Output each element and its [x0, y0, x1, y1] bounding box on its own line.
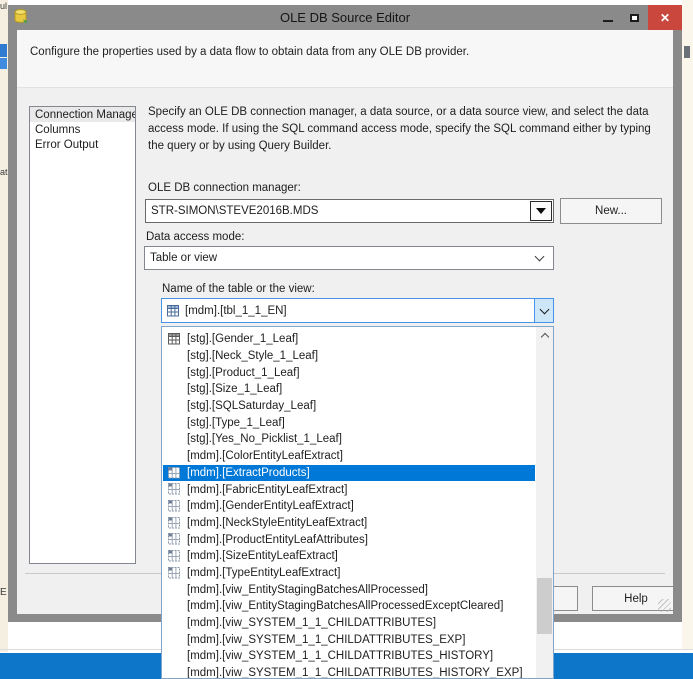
dropdown-item-label: [mdm].[NeckStyleEntityLeafExtract]: [187, 516, 368, 529]
dropdown-item-label: [stg].[Product_1_Leaf]: [187, 366, 300, 379]
dropdown-item[interactable]: [stg].[Type_1_Leaf]: [163, 414, 535, 431]
new-connection-button[interactable]: New...: [560, 198, 662, 224]
dropdown-item[interactable]: [mdm].[SizeEntityLeafExtract]: [163, 548, 535, 565]
background-text-fragment: ul: [0, 1, 8, 11]
view-icon: [168, 549, 180, 562]
close-icon: ✕: [659, 10, 671, 25]
dropdown-item[interactable]: [mdm].[ProductEntityLeafAttributes]: [163, 531, 535, 548]
dropdown-item[interactable]: [stg].[Yes_No_Picklist_1_Leaf]: [163, 431, 535, 448]
sidebar-item-connection-manager[interactable]: Connection Manager: [30, 107, 135, 122]
sidebar-item-columns[interactable]: Columns: [30, 122, 135, 137]
view-icon: [168, 516, 180, 529]
dropdown-item-label: [mdm].[SizeEntityLeafExtract]: [187, 550, 338, 563]
dropdown-item[interactable]: [mdm].[viw_EntityStagingBatchesAllProces…: [163, 598, 535, 615]
dropdown-item-label: [mdm].[viw_SYSTEM_1_1_CHILDATTRIBUTES_HI…: [187, 667, 523, 679]
dropdown-item[interactable]: [mdm].[viw_SYSTEM_1_1_CHILDATTRIBUTES_HI…: [163, 648, 535, 665]
sidebar-item-error-output[interactable]: Error Output: [30, 137, 135, 152]
dropdown-item[interactable]: [mdm].[viw_SYSTEM_1_1_CHILDATTRIBUTES]: [163, 615, 535, 632]
scrollbar-up-button[interactable]: [536, 327, 553, 344]
view-icon: [168, 466, 180, 478]
titlebar[interactable]: OLE DB Source Editor ✕: [8, 5, 682, 30]
table-name-combobox[interactable]: [mdm].[tbl_1_1_EN]: [161, 298, 554, 323]
dropdown-item-label: [mdm].[viw_SYSTEM_1_1_CHILDATTRIBUTES]: [187, 617, 437, 630]
dropdown-item-label: [mdm].[viw_EntityStagingBatchesAllProces…: [187, 583, 428, 596]
data-access-mode-value: Table or view: [150, 252, 218, 264]
background-icon-fragment: [684, 46, 690, 58]
background-text-fragment: at: [0, 167, 8, 177]
table-name-label: Name of the table or the view:: [162, 283, 315, 295]
view-icon: [168, 483, 180, 495]
background-window-right-edge: [682, 0, 693, 650]
dropdown-item[interactable]: [mdm].[ColorEntityLeafExtract]: [163, 448, 535, 465]
minimize-button[interactable]: [594, 5, 621, 30]
dropdown-item-label: [mdm].[TypeEntityLeafExtract]: [187, 566, 341, 579]
data-access-mode-label: Data access mode:: [146, 231, 245, 243]
dropdown-item[interactable]: [mdm].[FabricEntityLeafExtract]: [163, 481, 535, 498]
table-name-dropdown-list: [stg].[Gender_1_Leaf] [stg].[Neck_Style_1…: [161, 326, 554, 679]
maximize-button[interactable]: [621, 5, 648, 30]
dropdown-item[interactable]: [mdm].[viw_SYSTEM_1_1_CHILDATTRIBUTES_EX…: [163, 631, 535, 648]
dropdown-item[interactable]: [mdm].[viw_SYSTEM_1_1_CHILDATTRIBUTES_HI…: [163, 665, 535, 679]
dropdown-item-label: [mdm].[viw_EntityStagingBatchesAllProces…: [187, 600, 504, 613]
dropdown-item[interactable]: [mdm].[ExtractProducts]: [163, 464, 535, 482]
dropdown-scrollbar[interactable]: [536, 327, 553, 678]
dropdown-item-label: [stg].[SQLSaturday_Leaf]: [187, 400, 317, 413]
table-icon: [167, 304, 179, 316]
connection-manager-value: STR-SIMON\STEVE2016B.MDS: [151, 205, 319, 217]
dialog-description: Configure the properties used by a data …: [30, 46, 470, 58]
background-window-left-edge: ul at E: [0, 0, 8, 652]
dropdown-item[interactable]: [mdm].[viw_EntityStagingBatchesAllProces…: [163, 581, 535, 598]
dropdown-item-label: [mdm].[FabricEntityLeafExtract]: [187, 483, 348, 496]
minimize-icon: [602, 20, 613, 22]
window-title: OLE DB Source Editor: [279, 10, 411, 25]
dropdown-item[interactable]: [stg].[SQLSaturday_Leaf]: [163, 398, 535, 415]
connection-manager-combobox[interactable]: STR-SIMON\STEVE2016B.MDS: [145, 199, 554, 223]
background-text-fragment: E: [0, 587, 7, 598]
dropdown-item-label: [mdm].[ColorEntityLeafExtract]: [187, 450, 343, 463]
dropdown-item[interactable]: [stg].[Gender_1_Leaf]: [163, 331, 535, 348]
dropdown-item-label: [mdm].[viw_SYSTEM_1_1_CHILDATTRIBUTES_HI…: [187, 650, 494, 663]
scrollbar-thumb[interactable]: [537, 578, 552, 634]
connection-manager-dropdown-button[interactable]: [530, 201, 552, 221]
connection-manager-label: OLE DB connection manager:: [148, 182, 301, 194]
table-name-dropdown-button[interactable]: [534, 299, 553, 322]
page-instructions: Specify an OLE DB connection manager, a …: [148, 106, 651, 152]
dropdown-item-label: [stg].[Gender_1_Leaf]: [187, 333, 299, 346]
data-access-mode-combobox[interactable]: Table or view: [144, 246, 554, 270]
chevron-up-icon: [540, 332, 549, 342]
dropdown-item[interactable]: [stg].[Product_1_Leaf]: [163, 364, 535, 381]
view-icon: [168, 533, 180, 545]
chevron-down-icon: [539, 304, 549, 314]
dropdown-arrow-icon: [536, 208, 546, 214]
dropdown-item-label: [stg].[Size_1_Leaf]: [187, 383, 283, 396]
view-icon: [168, 566, 180, 579]
background-icon-fragment: [0, 44, 7, 57]
maximize-icon: [630, 13, 639, 22]
dropdown-item-label: [stg].[Yes_No_Picklist_1_Leaf]: [187, 433, 342, 446]
resize-grip[interactable]: [658, 599, 671, 612]
dropdown-item-label: [mdm].[viw_SYSTEM_1_1_CHILDATTRIBUTES_EX…: [187, 633, 466, 646]
table-icon: [168, 333, 180, 345]
dropdown-item-label: [mdm].[GenderEntityLeafExtract]: [187, 500, 354, 513]
chevron-down-icon: [534, 251, 545, 262]
description-banner: Configure the properties used by a data …: [17, 30, 673, 88]
screen: ul at E OLE DB Source Editor ✕ Configure…: [0, 0, 693, 679]
view-icon: [168, 499, 180, 512]
dropdown-item[interactable]: [mdm].[GenderEntityLeafExtract]: [163, 498, 535, 515]
dropdown-item[interactable]: [mdm].[NeckStyleEntityLeafExtract]: [163, 515, 535, 532]
dropdown-item[interactable]: [stg].[Neck_Style_1_Leaf]: [163, 348, 535, 365]
dropdown-item-label: [stg].[Neck_Style_1_Leaf]: [187, 350, 319, 363]
dropdown-item-label: [mdm].[ExtractProducts]: [187, 466, 310, 479]
database-icon: [14, 9, 28, 23]
table-name-value: [mdm].[tbl_1_1_EN]: [185, 304, 287, 317]
dropdown-item-label: [mdm].[ProductEntityLeafAttributes]: [187, 533, 368, 546]
background-icon-fragment: [0, 58, 7, 69]
pages-listbox: Connection Manager Columns Error Output: [29, 106, 136, 564]
close-button[interactable]: ✕: [648, 5, 682, 30]
dropdown-item-label: [stg].[Type_1_Leaf]: [187, 416, 285, 429]
dropdown-item[interactable]: [mdm].[TypeEntityLeafExtract]: [163, 565, 535, 582]
dropdown-item[interactable]: [stg].[Size_1_Leaf]: [163, 381, 535, 398]
